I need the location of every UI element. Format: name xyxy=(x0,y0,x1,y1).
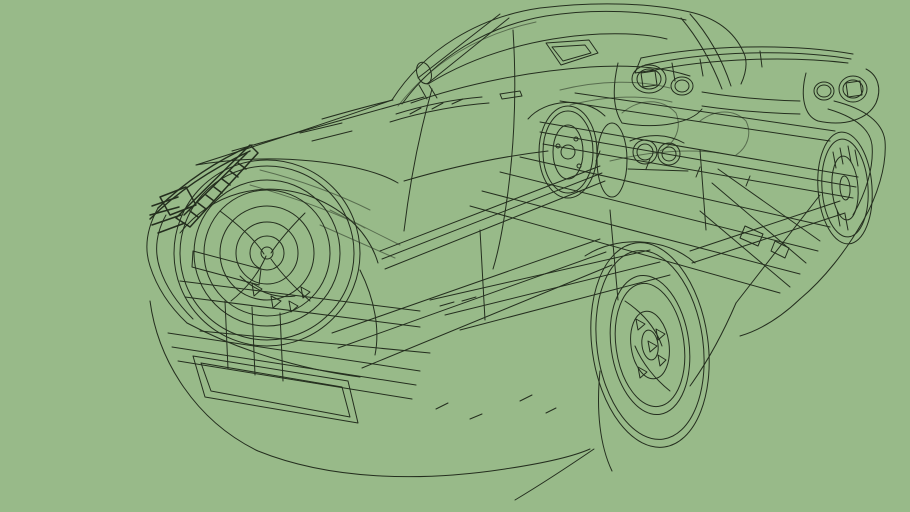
background xyxy=(0,0,910,512)
rear-lug-marks xyxy=(635,318,667,379)
seat-right xyxy=(699,111,750,156)
door-handle xyxy=(499,90,523,100)
front-tire-inner xyxy=(179,165,355,341)
trunk-line-1 xyxy=(701,91,801,102)
bumper-bottom-sweep-2 xyxy=(514,448,595,501)
inner-rim xyxy=(552,124,584,180)
wheelwell-rear xyxy=(359,269,378,356)
hood-left-edge xyxy=(195,99,393,166)
rail-6 xyxy=(481,190,801,275)
door-rear-edge xyxy=(492,29,516,270)
deck-curve-2 xyxy=(569,96,673,106)
model-viewport[interactable] xyxy=(0,0,910,512)
far-tire-inner xyxy=(821,138,869,238)
rear-valance xyxy=(689,302,737,387)
axle-line-2 xyxy=(691,212,846,264)
floor-lines xyxy=(429,249,671,331)
far-tire-outer xyxy=(817,131,873,245)
headlight xyxy=(149,144,259,234)
sill-dashes xyxy=(435,296,557,420)
rail-ticks xyxy=(595,150,751,187)
fender-edge-2 xyxy=(149,150,251,220)
tail-left-small-inner xyxy=(674,79,690,93)
front-rim-outer xyxy=(193,179,341,327)
door-crease xyxy=(403,150,549,182)
axle-line-1 xyxy=(689,200,841,252)
inner-hub xyxy=(560,144,576,160)
wing-top xyxy=(640,46,854,59)
rear-hub-ring xyxy=(630,310,670,380)
exhaust-tips xyxy=(627,135,689,172)
exhaust-left-inner xyxy=(636,143,654,161)
hood-hatches xyxy=(299,122,353,142)
sill-line-3 xyxy=(361,264,613,369)
rear-rim xyxy=(614,282,686,408)
engine-lines-1 xyxy=(259,169,371,211)
wing-under xyxy=(649,58,849,72)
far-wheel-hatching xyxy=(832,145,859,231)
front-wheel xyxy=(173,159,431,356)
front-hub-ring xyxy=(235,221,299,285)
front-hub xyxy=(249,235,285,271)
a-pillar-inner xyxy=(426,17,510,85)
quarter-window-inner xyxy=(551,44,592,62)
wireframe-car-model[interactable] xyxy=(146,3,886,501)
wing-mid xyxy=(644,52,852,66)
bumper-bottom-sweep xyxy=(149,300,591,478)
seat-left xyxy=(621,101,679,152)
far-wheel-ellipses xyxy=(817,131,873,245)
sill-line-2 xyxy=(337,251,607,349)
wireframe-canvas[interactable] xyxy=(0,0,910,512)
rocker-sill xyxy=(331,165,613,420)
splitter-lines xyxy=(167,332,421,400)
tail-right-small-inner xyxy=(816,84,832,98)
far-rear-wheel xyxy=(817,131,873,245)
sky-band xyxy=(0,0,910,10)
hood-crease xyxy=(231,96,425,152)
front-rim-mid xyxy=(219,205,315,301)
sill-top-2 xyxy=(381,172,603,260)
wiper-2 xyxy=(389,102,490,123)
tail-right-big-square xyxy=(845,80,863,98)
chassis-rails xyxy=(429,92,859,331)
door-window-top xyxy=(427,33,668,85)
rear-tire-inner xyxy=(595,250,705,440)
exhaust-shelf xyxy=(627,168,689,172)
front-bumper xyxy=(146,207,595,501)
tail-lights xyxy=(613,62,880,127)
inner-tire-2 xyxy=(542,110,594,194)
a-pillar xyxy=(417,13,501,79)
rear-arch-lip xyxy=(739,298,801,337)
far-rim xyxy=(831,155,859,221)
